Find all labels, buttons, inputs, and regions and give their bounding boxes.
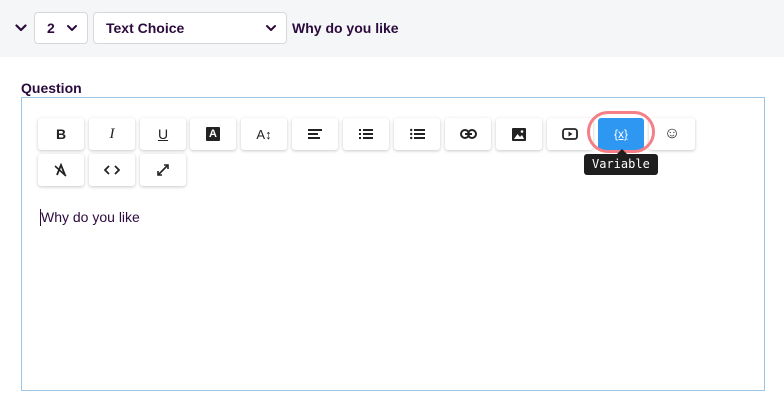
text-color-button[interactable]: A (190, 118, 236, 150)
underline-icon: U (157, 126, 169, 142)
question-type-value: Text Choice (106, 20, 185, 36)
italic-button[interactable]: I (89, 118, 135, 150)
underline-button[interactable]: U (140, 118, 186, 150)
editor-content[interactable]: Why do you like (40, 209, 140, 226)
link-button[interactable] (445, 118, 491, 150)
bold-button[interactable]: B (38, 118, 84, 150)
chevron-down-icon (67, 25, 77, 31)
collapse-toggle[interactable] (12, 16, 30, 40)
code-icon (104, 165, 120, 175)
text-color-icon: A (206, 127, 220, 141)
bullet-list-icon (409, 128, 425, 140)
variable-button[interactable]: {x} (598, 118, 644, 150)
align-left-icon (308, 129, 322, 139)
image-icon (512, 127, 526, 141)
chevron-down-icon (266, 25, 276, 31)
expand-icon (157, 164, 169, 176)
question-type-select[interactable]: Text Choice (93, 12, 287, 44)
question-number-select[interactable]: 2 (34, 12, 88, 44)
question-number-value: 2 (47, 20, 55, 36)
chevron-down-icon (15, 24, 27, 32)
link-icon (459, 129, 477, 139)
question-header: 2 Text Choice Why do you like (0, 0, 784, 57)
bold-icon: B (55, 126, 67, 142)
video-button[interactable] (547, 118, 593, 150)
clear-format-icon (54, 163, 67, 177)
emoji-icon: ☺ (663, 125, 681, 142)
italic-icon: I (109, 125, 115, 142)
question-label: Question (21, 80, 82, 96)
ordered-list-button[interactable] (343, 118, 389, 150)
font-size-icon: A↕ (256, 126, 272, 142)
fullscreen-button[interactable] (140, 154, 186, 186)
emoji-button[interactable]: ☺ (649, 118, 695, 150)
variable-tooltip: Variable (584, 149, 658, 175)
bullet-list-button[interactable] (394, 118, 440, 150)
video-icon (562, 128, 578, 140)
code-view-button[interactable] (89, 154, 135, 186)
ordered-list-icon (359, 129, 373, 139)
align-button[interactable] (292, 118, 338, 150)
image-button[interactable] (496, 118, 542, 150)
question-title: Why do you like (292, 20, 399, 36)
variable-icon: {x} (613, 127, 628, 141)
clear-format-button[interactable] (38, 154, 84, 186)
font-size-button[interactable]: A↕ (241, 118, 287, 150)
